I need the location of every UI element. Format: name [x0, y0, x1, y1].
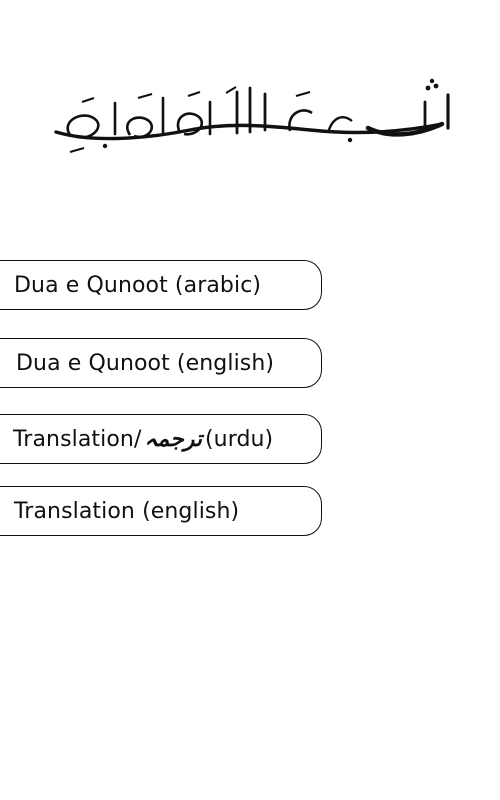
dua-qunoot-arabic-button[interactable]: Dua e Qunoot (arabic)	[0, 260, 322, 310]
dua-qunoot-english-button[interactable]: Dua e Qunoot (english)	[0, 338, 322, 388]
menu-item-label: Translation (english)	[14, 498, 240, 524]
menu-item-label: Dua e Qunoot (english)	[16, 350, 275, 376]
translation-english-button[interactable]: Translation (english)	[0, 486, 322, 536]
menu-list: Dua e Qunoot (arabic) Dua e Qunoot (engl…	[0, 0, 500, 800]
menu-item-label-suffix: (urdu)	[204, 426, 274, 452]
menu-item-label-prefix: Translation/	[13, 426, 142, 452]
menu-item-label: Dua e Qunoot (arabic)	[14, 272, 262, 298]
menu-item-label-urdu: ترجمہ	[144, 426, 202, 452]
translation-urdu-button[interactable]: Translation/ ترجمہ (urdu)	[0, 414, 322, 464]
